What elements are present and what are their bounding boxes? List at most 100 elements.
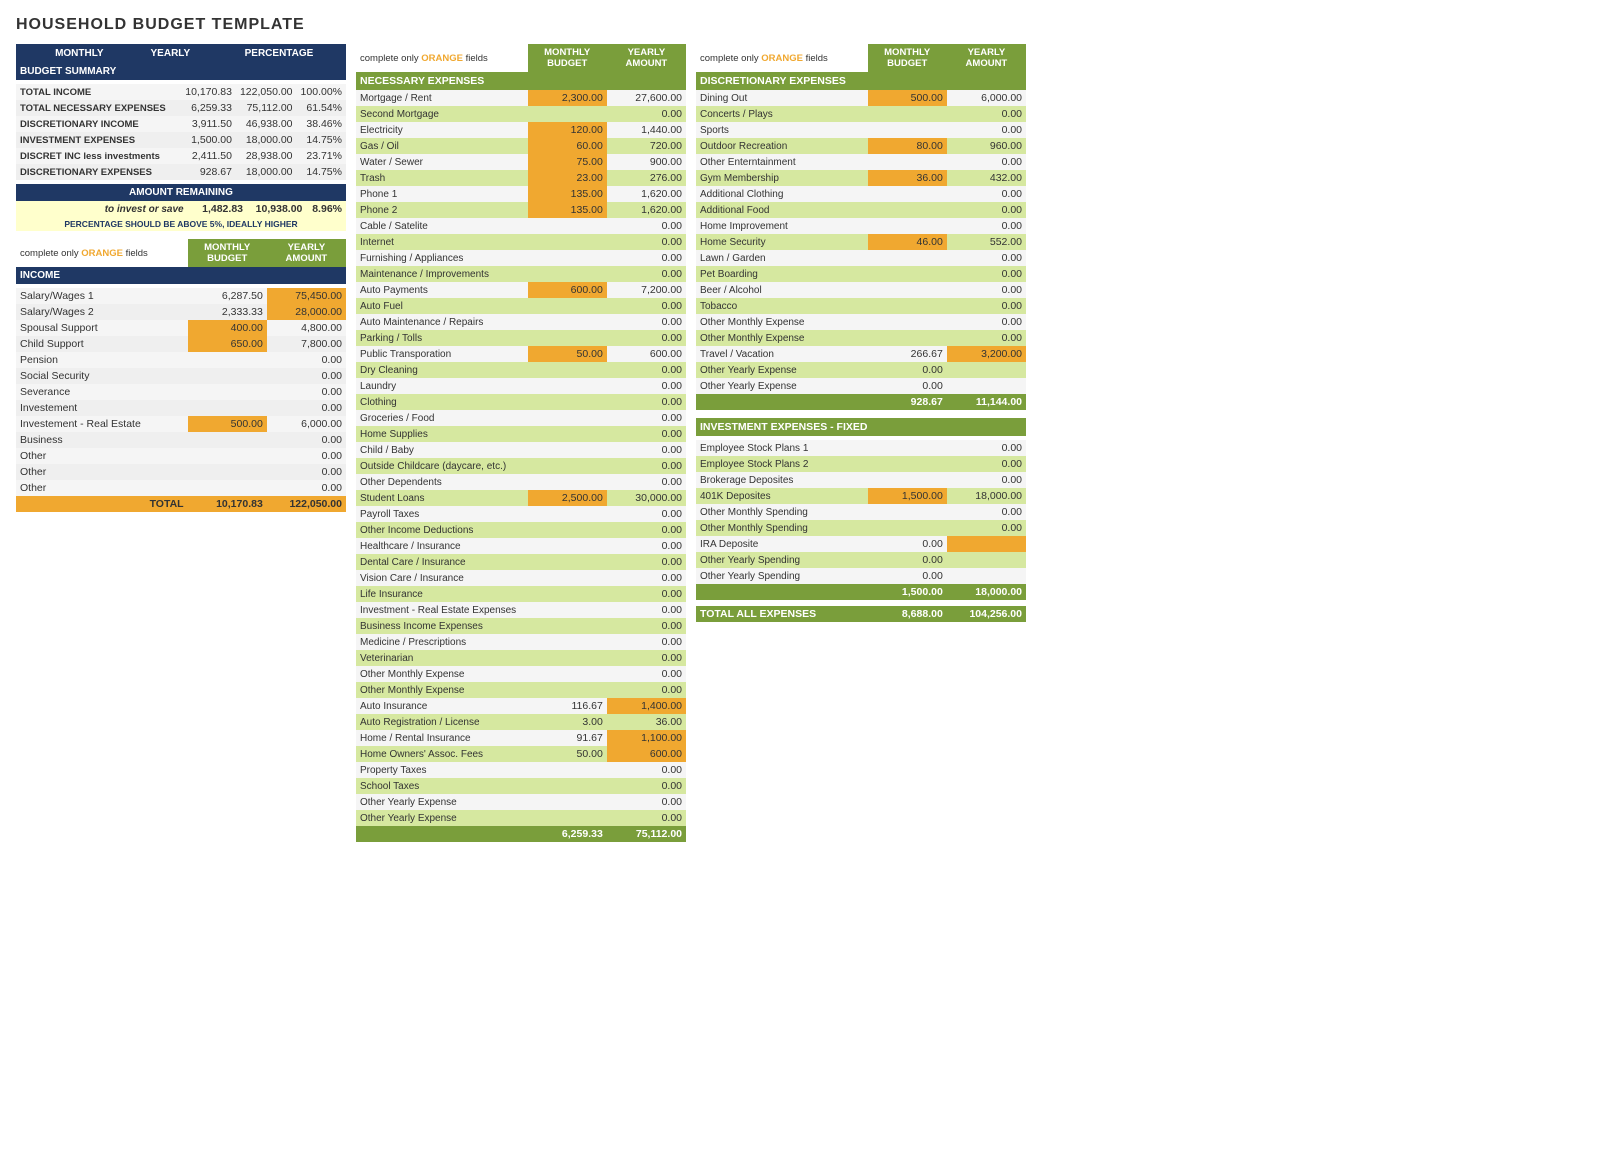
- nec-data-row: Gas / Oil 60.00 720.00: [356, 138, 686, 154]
- nec-row-yearly: 720.00: [607, 138, 686, 154]
- income-data-row: Severance 0.00: [16, 384, 346, 400]
- income-data-row: Investement - Real Estate 500.00 6,000.0…: [16, 416, 346, 432]
- nec-data-row: Home Owners' Assoc. Fees 50.00 600.00: [356, 746, 686, 762]
- pct-note: PERCENTAGE SHOULD BE ABOVE 5%, IDEALLY H…: [16, 217, 346, 231]
- nec-total-monthly: 6,259.33: [528, 826, 607, 842]
- nec-row-label: School Taxes: [356, 778, 528, 794]
- summary-data-row: DISCRETIONARY INCOME 3,911.50 46,938.00 …: [16, 116, 346, 132]
- nec-row-label: Medicine / Prescriptions: [356, 634, 528, 650]
- nec-row-label: Maintenance / Improvements: [356, 266, 528, 282]
- nec-row-yearly: 0.00: [607, 522, 686, 538]
- nec-row-label: Child / Baby: [356, 442, 528, 458]
- inv-row-label: Other Monthly Spending: [696, 520, 868, 536]
- income-row-label: Social Security: [16, 368, 188, 384]
- disc-row-yearly: 0.00: [947, 122, 1026, 138]
- disc-row-yearly: 0.00: [947, 282, 1026, 298]
- summary-data-row: TOTAL NECESSARY EXPENSES 6,259.33 75,112…: [16, 100, 346, 116]
- nec-row-monthly: [528, 602, 607, 618]
- nec-row-monthly: 2,500.00: [528, 490, 607, 506]
- summary-row-pct: 14.75%: [297, 164, 346, 180]
- nec-row-yearly: 0.00: [607, 442, 686, 458]
- income-table: complete only ORANGE fields MONTHLYBUDGE…: [16, 239, 346, 512]
- nec-row-yearly: 900.00: [607, 154, 686, 170]
- disc-row-yearly: 0.00: [947, 266, 1026, 282]
- summary-row-yearly: 46,938.00: [236, 116, 297, 132]
- inv-row-yearly: [947, 568, 1026, 584]
- nec-data-row: Investment - Real Estate Expenses 0.00: [356, 602, 686, 618]
- income-row-yearly: 4,800.00: [267, 320, 346, 336]
- column-necessary-expenses: complete only ORANGE fields MONTHLYBUDGE…: [356, 44, 686, 842]
- income-row-label: Pension: [16, 352, 188, 368]
- disc-data-row: Pet Boarding 0.00: [696, 266, 1026, 282]
- nec-row-yearly: 0.00: [607, 378, 686, 394]
- nec-data-row: Cable / Satelite 0.00: [356, 218, 686, 234]
- total-expenses-table: TOTAL ALL EXPENSES 8,688.00 104,256.00: [696, 606, 1026, 622]
- inv-row-yearly: 0.00: [947, 472, 1026, 488]
- nec-row-monthly: [528, 762, 607, 778]
- budget-summary-table: MONTHLY YEARLY PERCENTAGE BUDGET SUMMARY: [16, 44, 346, 84]
- summary-row-monthly: 928.67: [179, 164, 236, 180]
- to-invest-label: to invest or save: [16, 201, 188, 217]
- inv-row-yearly: 0.00: [947, 440, 1026, 456]
- disc-row-label: Sports: [696, 122, 868, 138]
- disc-row-yearly: [947, 378, 1026, 394]
- amount-remaining-header-row: AMOUNT REMAINING: [16, 184, 346, 201]
- disc-row-yearly: 3,200.00: [947, 346, 1026, 362]
- nec-row-label: Auto Insurance: [356, 698, 528, 714]
- nec-data-row: Second Mortgage 0.00: [356, 106, 686, 122]
- nec-note: complete only ORANGE fields: [356, 44, 528, 72]
- summary-row-label: DISCRETIONARY INCOME: [16, 116, 179, 132]
- disc-row-yearly: 0.00: [947, 154, 1026, 170]
- disc-row-monthly: [868, 218, 947, 234]
- disc-data-row: Travel / Vacation 266.67 3,200.00: [696, 346, 1026, 362]
- nec-data-row: Student Loans 2,500.00 30,000.00: [356, 490, 686, 506]
- disc-data-row: Lawn / Garden 0.00: [696, 250, 1026, 266]
- nec-row-yearly: 0.00: [607, 218, 686, 234]
- disc-total-yearly: 11,144.00: [947, 394, 1026, 410]
- nec-row-label: Business Income Expenses: [356, 618, 528, 634]
- nec-data-row: Other Monthly Expense 0.00: [356, 666, 686, 682]
- nec-data-row: Life Insurance 0.00: [356, 586, 686, 602]
- disc-row-monthly: 0.00: [868, 378, 947, 394]
- nec-row-label: Home Owners' Assoc. Fees: [356, 746, 528, 762]
- disc-row-monthly: 500.00: [868, 90, 947, 106]
- summary-row-yearly: 18,000.00: [236, 164, 297, 180]
- income-row-yearly: 0.00: [267, 352, 346, 368]
- disc-data-row: Concerts / Plays 0.00: [696, 106, 1026, 122]
- summary-row-yearly: 18,000.00: [236, 132, 297, 148]
- nec-data-row: Auto Payments 600.00 7,200.00: [356, 282, 686, 298]
- income-row-monthly: [188, 368, 267, 384]
- nec-row-yearly: 1,440.00: [607, 122, 686, 138]
- disc-row-label: Tobacco: [696, 298, 868, 314]
- inv-data-row: 401K Deposites 1,500.00 18,000.00: [696, 488, 1026, 504]
- disc-row-monthly: [868, 250, 947, 266]
- nec-row-label: Property Taxes: [356, 762, 528, 778]
- disc-row-yearly: 0.00: [947, 186, 1026, 202]
- disc-row-monthly: [868, 106, 947, 122]
- disc-data-row: Other Enterntainment 0.00: [696, 154, 1026, 170]
- nec-row-monthly: [528, 506, 607, 522]
- summary-header-row: MONTHLY YEARLY PERCENTAGE: [16, 44, 346, 63]
- summary-row-yearly: 28,938.00: [236, 148, 297, 164]
- disc-row-monthly: [868, 266, 947, 282]
- disc-row-label: Home Improvement: [696, 218, 868, 234]
- nec-row-label: Phone 2: [356, 202, 528, 218]
- income-data-row: Other 0.00: [16, 448, 346, 464]
- nec-data-row: Auto Maintenance / Repairs 0.00: [356, 314, 686, 330]
- disc-data-row: Home Improvement 0.00: [696, 218, 1026, 234]
- nec-data-row: Medicine / Prescriptions 0.00: [356, 634, 686, 650]
- disc-row-monthly: [868, 314, 947, 330]
- nec-row-yearly: 0.00: [607, 458, 686, 474]
- income-row-monthly: 2,333.33: [188, 304, 267, 320]
- summary-row-label: DISCRET INC less investments: [16, 148, 179, 164]
- nec-row-yearly: 600.00: [607, 346, 686, 362]
- inv-total-monthly: 1,500.00: [868, 584, 947, 600]
- nec-row-monthly: [528, 522, 607, 538]
- inv-row-label: Other Yearly Spending: [696, 552, 868, 568]
- nec-row-monthly: [528, 218, 607, 234]
- income-row-monthly: [188, 464, 267, 480]
- nec-row-yearly: 0.00: [607, 330, 686, 346]
- nec-data-row: Electricity 120.00 1,440.00: [356, 122, 686, 138]
- nec-row-yearly: 1,620.00: [607, 202, 686, 218]
- nec-data-row: Furnishing / Appliances 0.00: [356, 250, 686, 266]
